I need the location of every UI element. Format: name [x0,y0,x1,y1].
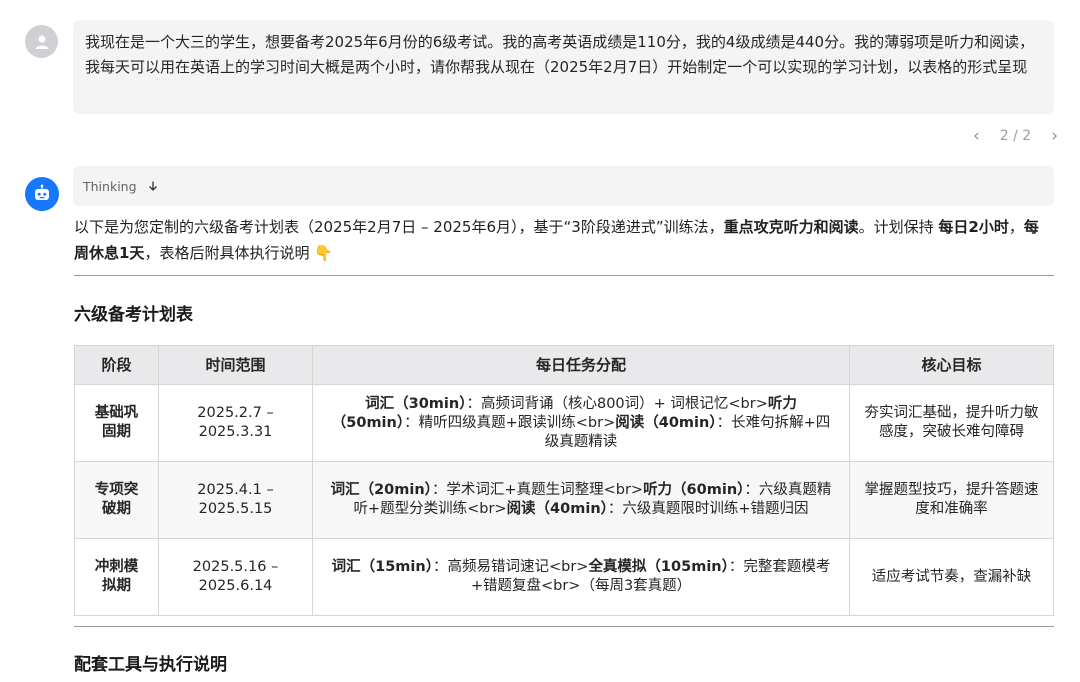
response-pager: ‹ 2 / 2 › [973,126,1058,146]
study-plan-table: 阶段 时间范围 每日任务分配 核心目标 基础巩固期 2025.2.7 – 2025… [74,345,1054,616]
intro-text-1: 以下是为您定制的六级备考计划表（2025年2月7日 – 2025年6月），基于“… [74,218,724,236]
goal-cell: 夯实词汇基础，提升听力敏感度，突破长难句障碍 [849,384,1054,462]
task-text: ：六级真题限时训练+错题归因 [607,501,809,517]
intro-text-4: ，表格后附具体执行说明 [144,244,315,262]
user-icon [35,34,48,49]
header-goal: 核心目标 [849,345,1054,385]
goal-cell: 适应考试节奏，查漏补缺 [849,538,1054,616]
task-text: ：高频词背诵（核心800词）+ 词根记忆<br> [466,395,768,412]
thinking-label: Thinking [83,178,137,194]
table-row: 基础巩固期 2025.2.7 – 2025.3.31 词汇（30min）：高频词背诵… [74,384,1054,462]
task-text: ：高频易错词速记<br> [432,559,589,575]
arrow-down-icon [148,181,157,191]
stage-cell: 冲刺模拟期 [74,538,159,616]
time-cell: 2025.5.16 – 2025.6.14 [158,538,313,616]
stage-cell: 基础巩固期 [74,384,159,462]
thinking-toggle[interactable]: Thinking [73,166,1054,206]
intro-bold-2: 每日2小时 [938,218,1009,236]
tasks-cell: 词汇（15min）：高频易错词速记<br>全真模拟（105min）：完整套题模考… [312,538,850,616]
time-cell: 2025.4.1 – 2025.5.15 [158,461,313,539]
tasks-cell: 词汇（30min）：高频词背诵（核心800词）+ 词根记忆<br>听力（50mi… [312,384,850,462]
task-label: 听力（60min） [643,482,745,498]
table-row: 冲刺模拟期 2025.5.16 – 2025.6.14 词汇（15min）：高频易错… [74,538,1054,616]
header-time: 时间范围 [158,345,313,385]
task-label: 阅读（40min） [506,501,608,517]
bot-avatar [25,177,59,211]
robot-icon [35,184,49,200]
user-message-bubble: 我现在是一个大三的学生，想要备考2025年6月份的6级考试。我的高考英语成绩是1… [73,20,1054,114]
table-row: 专项突破期 2025.4.1 – 2025.5.15 词汇（20min）：学术词汇+… [74,461,1054,539]
chevron-right-icon[interactable]: › [1051,126,1058,146]
goal-cell: 掌握题型技巧，提升答题速度和准确率 [849,461,1054,539]
section-title-tools: 配套工具与执行说明 [74,655,227,675]
task-label: 阅读（40min） [615,414,717,431]
intro-text-3: ， [1008,218,1024,236]
table-header-row: 阶段 时间范围 每日任务分配 核心目标 [74,345,1054,385]
user-avatar [25,25,58,58]
user-message-text: 我现在是一个大三的学生，想要备考2025年6月份的6级考试。我的高考英语成绩是1… [85,33,1035,76]
task-text: ：精听四级真题+跟读训练<br> [404,414,616,431]
pointing-down-emoji: 👇 [314,244,333,262]
task-label: 词汇（30min） [365,395,467,412]
pager-count: 2 / 2 [999,128,1032,144]
divider [74,626,1054,627]
stage-cell: 专项突破期 [74,461,159,539]
header-stage: 阶段 [74,345,159,385]
header-tasks: 每日任务分配 [312,345,850,385]
task-label: 词汇（15min） [331,559,433,575]
section-title-plan: 六级备考计划表 [74,305,193,325]
chevron-left-icon[interactable]: ‹ [973,126,980,146]
answer-intro: 以下是为您定制的六级备考计划表（2025年2月7日 – 2025年6月），基于“… [74,214,1049,266]
time-cell: 2025.2.7 – 2025.3.31 [158,384,313,462]
task-label: 词汇（20min） [330,482,432,498]
tasks-cell: 词汇（20min）：学术词汇+真题生词整理<br>听力（60min）：六级真题精… [312,461,850,539]
intro-text-2: 。计划保持 [858,218,939,236]
intro-bold-1: 重点攻克听力和阅读 [723,218,859,236]
divider [74,275,1054,276]
task-label: 全真模拟（105min） [588,559,729,575]
task-text: ：学术词汇+真题生词整理<br> [431,482,644,498]
